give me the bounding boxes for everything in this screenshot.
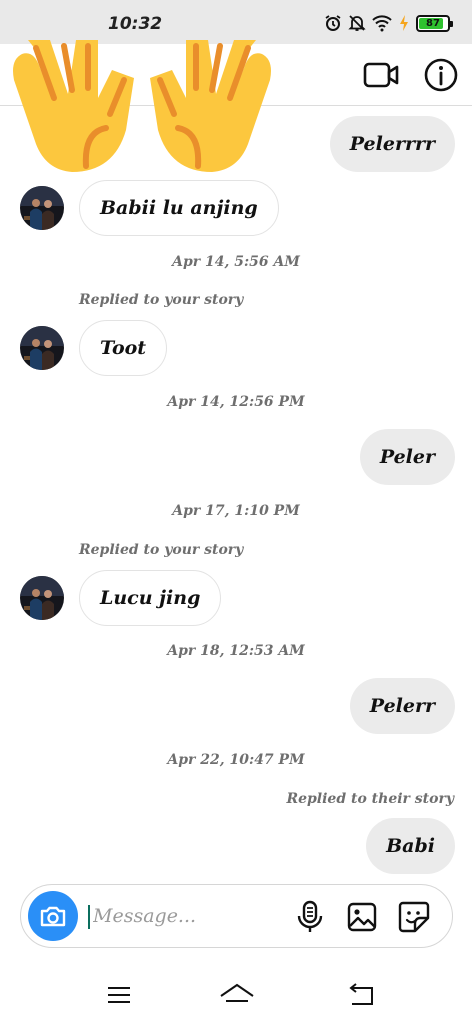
message-composer: [20, 884, 453, 948]
system-nav-bar: [0, 960, 472, 1024]
message-bubble[interactable]: Pelerr: [349, 678, 455, 734]
avatar[interactable]: [20, 186, 64, 230]
timestamp: Apr 14, 5:56 AM: [172, 254, 300, 270]
reply-note: Replied to your story: [79, 292, 244, 308]
alarm-icon: [325, 15, 341, 31]
message-bubble[interactable]: Pelerrrr: [329, 116, 455, 172]
message-sent[interactable]: Babi: [366, 818, 455, 874]
status-icons: 87: [324, 14, 453, 32]
video-camera-icon[interactable]: [362, 57, 400, 93]
microphone-icon[interactable]: [295, 900, 325, 934]
charging-icon: [400, 15, 408, 31]
sticker-icon[interactable]: [397, 900, 431, 934]
avatar[interactable]: [20, 326, 64, 370]
message-received[interactable]: Babii lu anjing: [20, 180, 279, 236]
camera-button[interactable]: [28, 891, 78, 941]
battery-level: 87: [426, 17, 440, 29]
chat-header: [0, 40, 472, 172]
gallery-icon[interactable]: [346, 901, 378, 933]
message-sent[interactable]: Peler: [359, 429, 455, 485]
message-thread: Pelerrrr Babii lu anjing Apr 14, 5:56 AM…: [0, 106, 472, 876]
raised-hands-emoji: [13, 40, 271, 172]
text-caret: [88, 905, 90, 929]
mute-bell-icon: [348, 15, 366, 31]
message-input[interactable]: [93, 897, 283, 935]
message-received[interactable]: Lucu jing: [20, 570, 222, 626]
reply-note: Replied to their story: [286, 791, 454, 807]
camera-icon: [40, 906, 66, 927]
info-icon[interactable]: [422, 56, 460, 94]
battery-indicator: 87: [416, 14, 453, 32]
timestamp: Apr 17, 1:10 PM: [172, 503, 300, 519]
timestamp: Apr 14, 12:56 PM: [167, 394, 305, 410]
home-icon[interactable]: [218, 982, 256, 1008]
message-received[interactable]: Toot: [20, 320, 168, 376]
menu-icon[interactable]: [104, 984, 134, 1006]
reply-note: Replied to your story: [79, 542, 244, 558]
message-bubble[interactable]: Peler: [359, 429, 455, 485]
back-icon[interactable]: [346, 982, 376, 1008]
status-time: 10:32: [108, 14, 163, 34]
message-sent[interactable]: Pelerrrr: [329, 116, 455, 172]
avatar[interactable]: [20, 576, 64, 620]
message-sent[interactable]: Pelerr: [349, 678, 455, 734]
timestamp: Apr 18, 12:53 AM: [167, 643, 305, 659]
message-bubble[interactable]: Toot: [79, 320, 168, 376]
wifi-icon: [372, 15, 392, 32]
timestamp: Apr 22, 10:47 PM: [167, 752, 305, 768]
message-bubble[interactable]: Lucu jing: [79, 570, 222, 626]
message-bubble[interactable]: Babii lu anjing: [79, 180, 279, 236]
message-bubble[interactable]: Babi: [366, 818, 455, 874]
status-bar: 10:32 87: [0, 0, 472, 44]
